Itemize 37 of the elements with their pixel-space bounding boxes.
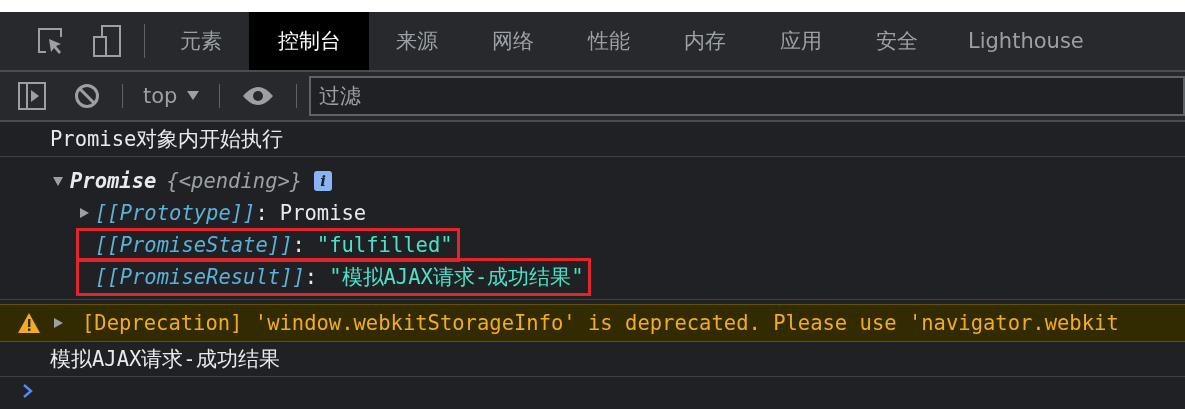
property-value: "fulfilled" — [316, 233, 453, 257]
warning-icon — [18, 313, 40, 333]
log-message: 模拟AJAX请求-成功结果 — [50, 346, 280, 373]
property-value: Promise — [279, 201, 367, 225]
property-key: [[Prototype]] — [95, 201, 256, 225]
sidebar-toggle-icon[interactable] — [18, 82, 46, 110]
log-message: Promise对象内开始执行 — [50, 126, 284, 153]
object-name[interactable]: Promise — [70, 169, 157, 193]
property-key: [[PromiseResult]] — [95, 265, 305, 289]
eye-icon[interactable] — [242, 86, 275, 106]
inspect-icon[interactable] — [36, 26, 64, 56]
tab[interactable]: 控制台 — [249, 12, 369, 70]
colon: : — [304, 265, 318, 289]
tab[interactable]: 来源 — [369, 12, 465, 70]
tab[interactable]: 应用 — [753, 12, 849, 70]
clear-icon[interactable] — [74, 83, 100, 109]
expand-arrow-icon[interactable] — [52, 175, 64, 187]
colon: : — [292, 233, 305, 257]
warning-message: [Deprecation] 'window.webkitStorageInfo' is deprecated. Please use 'navigator.webkit — [82, 311, 1119, 335]
caret-icon — [187, 91, 200, 101]
device-icon[interactable] — [92, 25, 122, 57]
tab[interactable]: 安全 — [849, 12, 945, 70]
tab[interactable]: 元素 — [153, 12, 249, 70]
tab[interactable]: 性能 — [561, 12, 657, 70]
tab[interactable]: 网络 — [465, 12, 561, 70]
tab[interactable]: 内存 — [657, 12, 753, 70]
prompt-chevron-icon — [22, 384, 34, 398]
filter-field[interactable]: 过滤 — [309, 76, 1185, 116]
expand-arrow-icon[interactable] — [78, 207, 90, 219]
context-selector[interactable]: top — [131, 72, 212, 120]
tab[interactable]: Lighthouse — [945, 12, 1107, 70]
expand-arrow-icon[interactable] — [52, 317, 64, 329]
object-preview: {<pending>} — [166, 169, 303, 193]
colon: : — [255, 201, 268, 225]
property-value: "模拟AJAX请求-成功结果" — [329, 264, 584, 291]
info-badge[interactable]: i — [314, 171, 333, 191]
property-key: [[PromiseState]] — [95, 233, 293, 257]
